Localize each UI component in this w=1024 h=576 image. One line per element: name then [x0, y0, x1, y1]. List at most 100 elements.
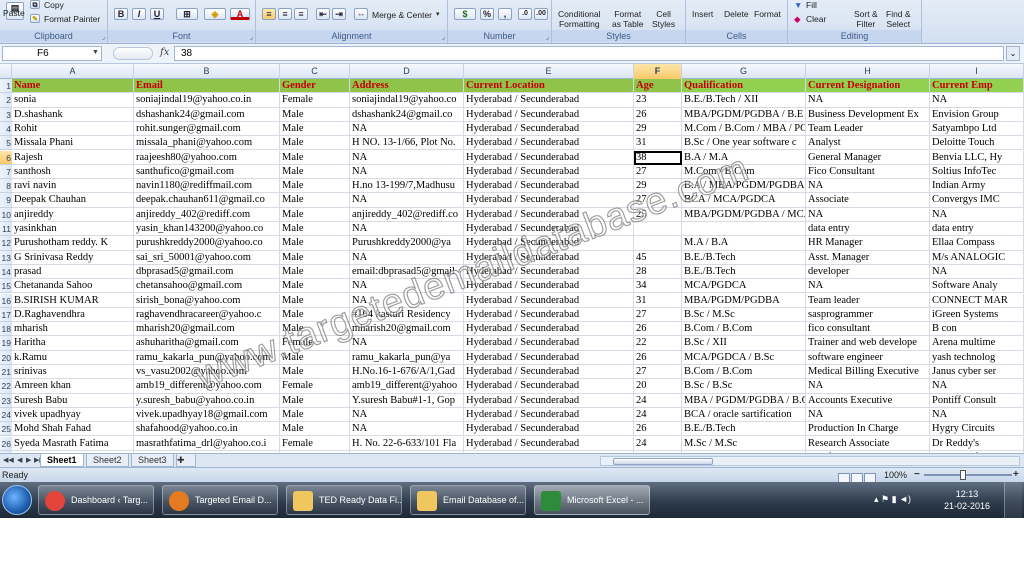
- header-cell[interactable]: Age: [634, 79, 682, 93]
- table-cell[interactable]: sirish_bona@yahoo.com: [134, 294, 280, 308]
- row-header-13[interactable]: 13: [0, 251, 12, 265]
- table-cell[interactable]: Hyderabad / Secunderabad: [464, 165, 634, 179]
- table-cell[interactable]: Arena multime: [930, 336, 1024, 350]
- table-cell[interactable]: navin1180@rediffmail.com: [134, 179, 280, 193]
- underline-button[interactable]: U: [150, 8, 164, 20]
- table-cell[interactable]: HR Manager: [806, 236, 930, 250]
- increase-indent-icon[interactable]: ⇥: [332, 8, 346, 20]
- row-header-22[interactable]: 22: [0, 379, 12, 393]
- table-cell[interactable]: Analyst: [806, 136, 930, 150]
- table-cell[interactable]: MBA/PGDM/PGDBA / MCA/PGDCA: [682, 208, 806, 222]
- table-cell[interactable]: raajeesh80@yahoo.com: [134, 151, 280, 165]
- header-cell[interactable]: Current Location: [464, 79, 634, 93]
- table-cell[interactable]: data entry: [930, 222, 1024, 236]
- table-cell[interactable]: amb19_different@yahoo.com: [134, 379, 280, 393]
- table-cell[interactable]: iGreen Systems: [930, 308, 1024, 322]
- row-header-5[interactable]: 5: [0, 136, 12, 150]
- table-cell[interactable]: 38: [634, 151, 682, 165]
- zoom-in-icon[interactable]: +: [1013, 469, 1019, 480]
- table-cell[interactable]: Male: [280, 193, 350, 207]
- flag-icon[interactable]: ⚑: [881, 494, 889, 504]
- table-cell[interactable]: Hyderabad / Secunderabad: [464, 437, 634, 451]
- table-cell[interactable]: B.E./B.Tech / XII: [682, 93, 806, 107]
- table-cell[interactable]: NA: [806, 208, 930, 222]
- table-cell[interactable]: CONNECT MAR: [930, 294, 1024, 308]
- table-cell[interactable]: Dr Reddy's: [930, 437, 1024, 451]
- row-header-7[interactable]: 7: [0, 165, 12, 179]
- table-cell[interactable]: Male: [280, 365, 350, 379]
- table-cell[interactable]: ramu_kakarla_pun@yahoo.com: [134, 351, 280, 365]
- column-header-e[interactable]: E: [464, 64, 634, 79]
- column-header-h[interactable]: H: [806, 64, 930, 79]
- table-cell[interactable]: developer: [806, 265, 930, 279]
- table-cell[interactable]: Male: [280, 151, 350, 165]
- table-cell[interactable]: Hyderabad / Secunderabad: [464, 151, 634, 165]
- table-cell[interactable]: 20: [634, 379, 682, 393]
- table-cell[interactable]: NA: [350, 422, 464, 436]
- table-cell[interactable]: D.Raghavendhra: [12, 308, 134, 322]
- table-cell[interactable]: Hyderabad / Secunderabad: [464, 265, 634, 279]
- table-cell[interactable]: Hyderabad / Secunderabad: [464, 251, 634, 265]
- table-cell[interactable]: anjireddy: [12, 208, 134, 222]
- table-cell[interactable]: rohit.sunger@gmail.com: [134, 122, 280, 136]
- table-cell[interactable]: Hyderabad / Secunderabad: [464, 236, 634, 250]
- table-cell[interactable]: B.A / M.A: [682, 151, 806, 165]
- row-header-16[interactable]: 16: [0, 294, 12, 308]
- table-cell[interactable]: y.suresh_babu@yahoo.co.in: [134, 394, 280, 408]
- delete-button[interactable]: Delete: [724, 9, 749, 19]
- table-cell[interactable]: deepak.chauhan611@gmail.co: [134, 193, 280, 207]
- merge-dropdown-icon[interactable]: ▾: [436, 10, 440, 18]
- table-cell[interactable]: mharish20@gmail.com: [134, 322, 280, 336]
- table-cell[interactable]: amb19_different@yahoo: [350, 379, 464, 393]
- table-cell[interactable]: Male: [280, 308, 350, 322]
- header-cell[interactable]: Qualification: [682, 79, 806, 93]
- expand-formula-bar-icon[interactable]: ⌄: [1006, 46, 1020, 61]
- table-cell[interactable]: Hyderabad / Secunderabad: [464, 351, 634, 365]
- insert-button[interactable]: Insert: [692, 9, 713, 19]
- table-cell[interactable]: Hyderabad / Secunderabad: [464, 93, 634, 107]
- table-cell[interactable]: Female: [280, 379, 350, 393]
- table-cell[interactable]: Fico Consultant: [806, 165, 930, 179]
- table-cell[interactable]: Hyderabad / Secunderabad: [464, 394, 634, 408]
- table-cell[interactable]: B.Sc / B.Sc: [682, 379, 806, 393]
- table-cell[interactable]: Male: [280, 236, 350, 250]
- table-cell[interactable]: Haritha: [12, 336, 134, 350]
- table-cell[interactable]: H NO. 13-1/66, Plot No.: [350, 136, 464, 150]
- table-cell[interactable]: yash technolog: [930, 351, 1024, 365]
- table-cell[interactable]: B.E./B.Tech: [682, 251, 806, 265]
- table-cell[interactable]: 27: [634, 193, 682, 207]
- table-cell[interactable]: missala_phani@yahoo.com: [134, 136, 280, 150]
- table-cell[interactable]: Chetananda Sahoo: [12, 279, 134, 293]
- table-cell[interactable]: Purushotham reddy. K: [12, 236, 134, 250]
- table-cell[interactable]: Hyderabad / Secunderabad: [464, 108, 634, 122]
- table-cell[interactable]: anjireddy_402@rediff.com: [134, 208, 280, 222]
- table-cell[interactable]: soniajindal19@yahoo.co: [350, 93, 464, 107]
- table-cell[interactable]: MBA/PGDM/PGDBA / B.E: [682, 108, 806, 122]
- table-cell[interactable]: B.E./B.Tech: [682, 422, 806, 436]
- table-cell[interactable]: Hyderabad / Secunderabad: [464, 222, 634, 236]
- header-cell[interactable]: Current Emp: [930, 79, 1024, 93]
- table-cell[interactable]: raghavendhracareer@yahoo.c: [134, 308, 280, 322]
- table-cell[interactable]: MBA / PGDM/PGDBA / B.C: [682, 394, 806, 408]
- scrollbar-thumb[interactable]: [613, 458, 713, 465]
- table-cell[interactable]: G Srinivasa Reddy: [12, 251, 134, 265]
- zoom-slider[interactable]: [924, 474, 1012, 476]
- table-cell[interactable]: Team leader: [806, 294, 930, 308]
- table-cell[interactable]: ashuharitha@gmail.com: [134, 336, 280, 350]
- taskbar-item[interactable]: Microsoft Excel - ...: [534, 485, 650, 515]
- paste-button[interactable]: Paste: [3, 8, 25, 18]
- volume-icon[interactable]: ◄): [899, 494, 911, 504]
- table-cell[interactable]: NA: [350, 222, 464, 236]
- table-cell[interactable]: Female: [280, 336, 350, 350]
- table-cell[interactable]: B.Sc / XII: [682, 336, 806, 350]
- insert-sheet-icon[interactable]: ✚: [176, 454, 196, 467]
- table-cell[interactable]: MCA/PGDCA / B.Sc: [682, 351, 806, 365]
- dialog-launcher-icon[interactable]: ⌟: [442, 33, 445, 41]
- table-cell[interactable]: soniajindal19@yahoo.co.in: [134, 93, 280, 107]
- formula-input[interactable]: 38: [174, 46, 1004, 61]
- table-cell[interactable]: NA: [350, 294, 464, 308]
- fill-button[interactable]: Fill: [806, 0, 817, 10]
- table-cell[interactable]: 31: [634, 294, 682, 308]
- table-cell[interactable]: email:dbprasad5@gmail: [350, 265, 464, 279]
- table-cell[interactable]: Male: [280, 394, 350, 408]
